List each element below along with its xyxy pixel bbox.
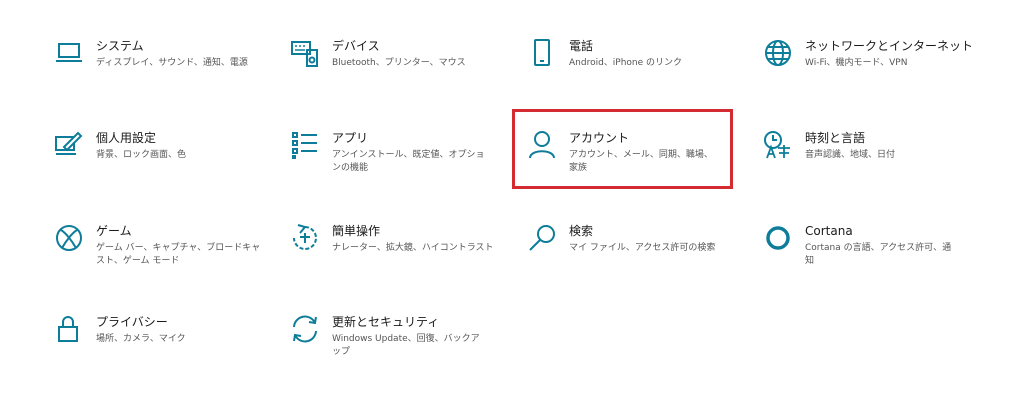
tile-title: 簡単操作 [332, 224, 381, 238]
tile-title: Cortana [805, 224, 853, 238]
tile-search[interactable]: 検索 マイ ファイル、アクセス許可の検索 [527, 223, 747, 293]
tile-network[interactable]: ネットワークとインターネット Wi-Fi、機内モード、VPN [763, 38, 983, 108]
tile-description: マイ ファイル、アクセス許可の検索 [569, 243, 716, 253]
tile-description: Windows Update、回復、バックアップ [332, 334, 480, 357]
tile-title: プライバシー [96, 315, 168, 329]
cortana-icon [763, 223, 793, 253]
keyboard-speaker-icon [290, 38, 320, 68]
tile-cortana[interactable]: Cortana Cortana の言語、アクセス許可、通知 [763, 223, 983, 293]
tile-description: Cortana の言語、アクセス許可、通知 [805, 243, 952, 266]
sync-icon [290, 314, 320, 344]
tile-description: Android、iPhone のリンク [569, 58, 683, 68]
xbox-icon [54, 223, 84, 253]
tile-title: 更新とセキュリティ [332, 315, 440, 329]
tile-time-language[interactable]: 時刻と言語 音声認識、地域、日付 [763, 130, 983, 200]
apps-list-icon [290, 130, 320, 160]
tile-title: 電話 [569, 39, 594, 53]
tile-title: アプリ [332, 131, 369, 145]
tile-title: デバイス [332, 39, 380, 53]
tile-description: 場所、カメラ、マイク [96, 334, 186, 344]
tile-title: システム [96, 39, 144, 53]
tile-update-security[interactable]: 更新とセキュリティ Windows Update、回復、バックアップ [290, 314, 510, 384]
lock-icon [54, 314, 84, 344]
tile-description: ディスプレイ、サウンド、通知、電源 [96, 58, 248, 68]
tile-description: アンインストール、既定値、オプションの機能 [332, 150, 485, 173]
globe-icon [763, 38, 793, 68]
tile-description: Bluetooth、プリンター、マウス [332, 58, 466, 68]
tile-system[interactable]: システム ディスプレイ、サウンド、通知、電源 [54, 38, 274, 108]
tile-title: 個人用設定 [96, 131, 157, 145]
tile-description: ゲーム バー、キャプチャ、ブロードキャスト、ゲーム モード [96, 243, 261, 266]
tile-gaming[interactable]: ゲーム ゲーム バー、キャプチャ、ブロードキャスト、ゲーム モード [54, 223, 274, 293]
tile-description: Wi-Fi、機内モード、VPN [805, 58, 908, 68]
time-language-icon [763, 130, 793, 160]
tile-description: 背景、ロック画面、色 [96, 150, 187, 160]
ease-of-access-icon [290, 223, 320, 253]
tile-title: 時刻と言語 [805, 131, 866, 145]
tile-ease-of-access[interactable]: 簡単操作 ナレーター、拡大鏡、ハイコントラスト [290, 223, 510, 293]
tile-title: ネットワークとインターネット [805, 39, 974, 53]
tile-devices[interactable]: デバイス Bluetooth、プリンター、マウス [290, 38, 510, 108]
tile-privacy[interactable]: プライバシー 場所、カメラ、マイク [54, 314, 274, 384]
tile-apps[interactable]: アプリ アンインストール、既定値、オプションの機能 [290, 130, 510, 200]
tile-title: ゲーム [96, 224, 132, 238]
selection-highlight [512, 109, 733, 189]
tile-personalization[interactable]: 個人用設定 背景、ロック画面、色 [54, 130, 274, 200]
laptop-icon [54, 38, 84, 68]
phone-icon [527, 38, 557, 68]
tile-description: ナレーター、拡大鏡、ハイコントラスト [332, 243, 494, 253]
search-icon [527, 223, 557, 253]
tile-description: 音声認識、地域、日付 [805, 150, 896, 160]
tile-phone[interactable]: 電話 Android、iPhone のリンク [527, 38, 747, 108]
tile-title: 検索 [569, 224, 594, 238]
pen-screen-icon [54, 130, 84, 160]
